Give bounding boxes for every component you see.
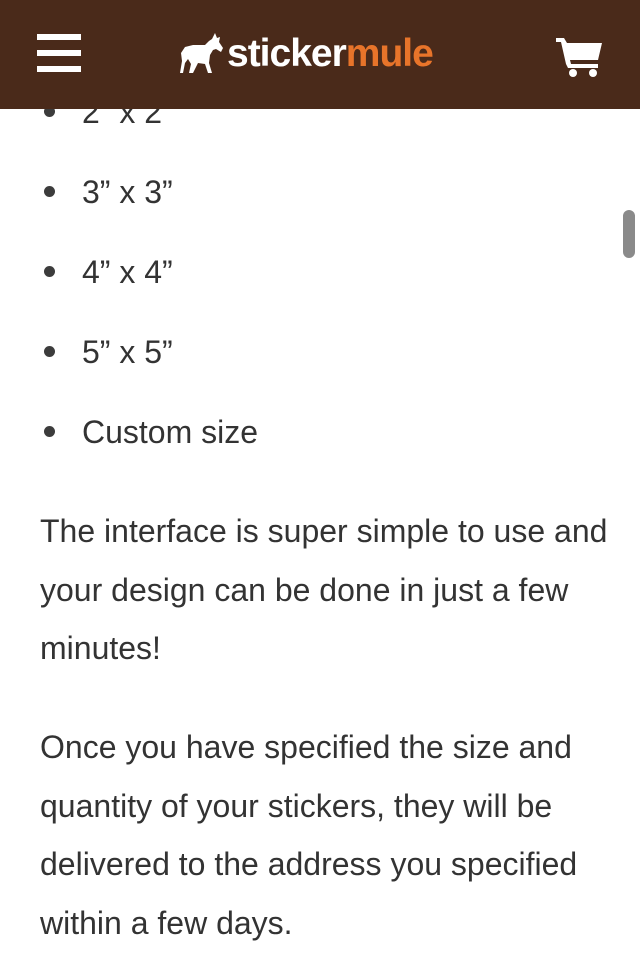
mule-icon [180,33,223,73]
delivery-paragraph: Once you have specified the size and qua… [40,729,578,941]
site-header: sticker mule [0,0,640,109]
page-content: 2” x 2” 3” x 3” 4” x 4” 5” x 5” Custom s… [0,0,640,959]
hamburger-menu-icon[interactable] [37,34,81,74]
size-option-label: 4” x 4” [82,254,173,290]
bullet [44,266,55,277]
logo-text-sticker: sticker [227,32,347,75]
bullet [44,346,55,357]
size-option-label: 5” x 5” [82,334,173,370]
size-option-label: Custom size [82,414,259,450]
list-item: 4” x 4” [0,248,600,296]
list-item: 5” x 5” [0,328,600,376]
logo-text-mule: mule [345,32,434,75]
intro-paragraph: The interface is super simple to use and… [40,513,608,666]
scrollbar-thumb[interactable] [623,210,635,258]
bullet [44,186,55,197]
size-option-label: 3” x 3” [82,174,173,210]
shopping-cart-icon[interactable] [556,36,604,78]
list-item: 3” x 3” [0,168,600,216]
stickermule-logo[interactable]: sticker mule [179,30,434,78]
bullet [44,426,55,437]
list-item: Custom size [0,408,600,456]
